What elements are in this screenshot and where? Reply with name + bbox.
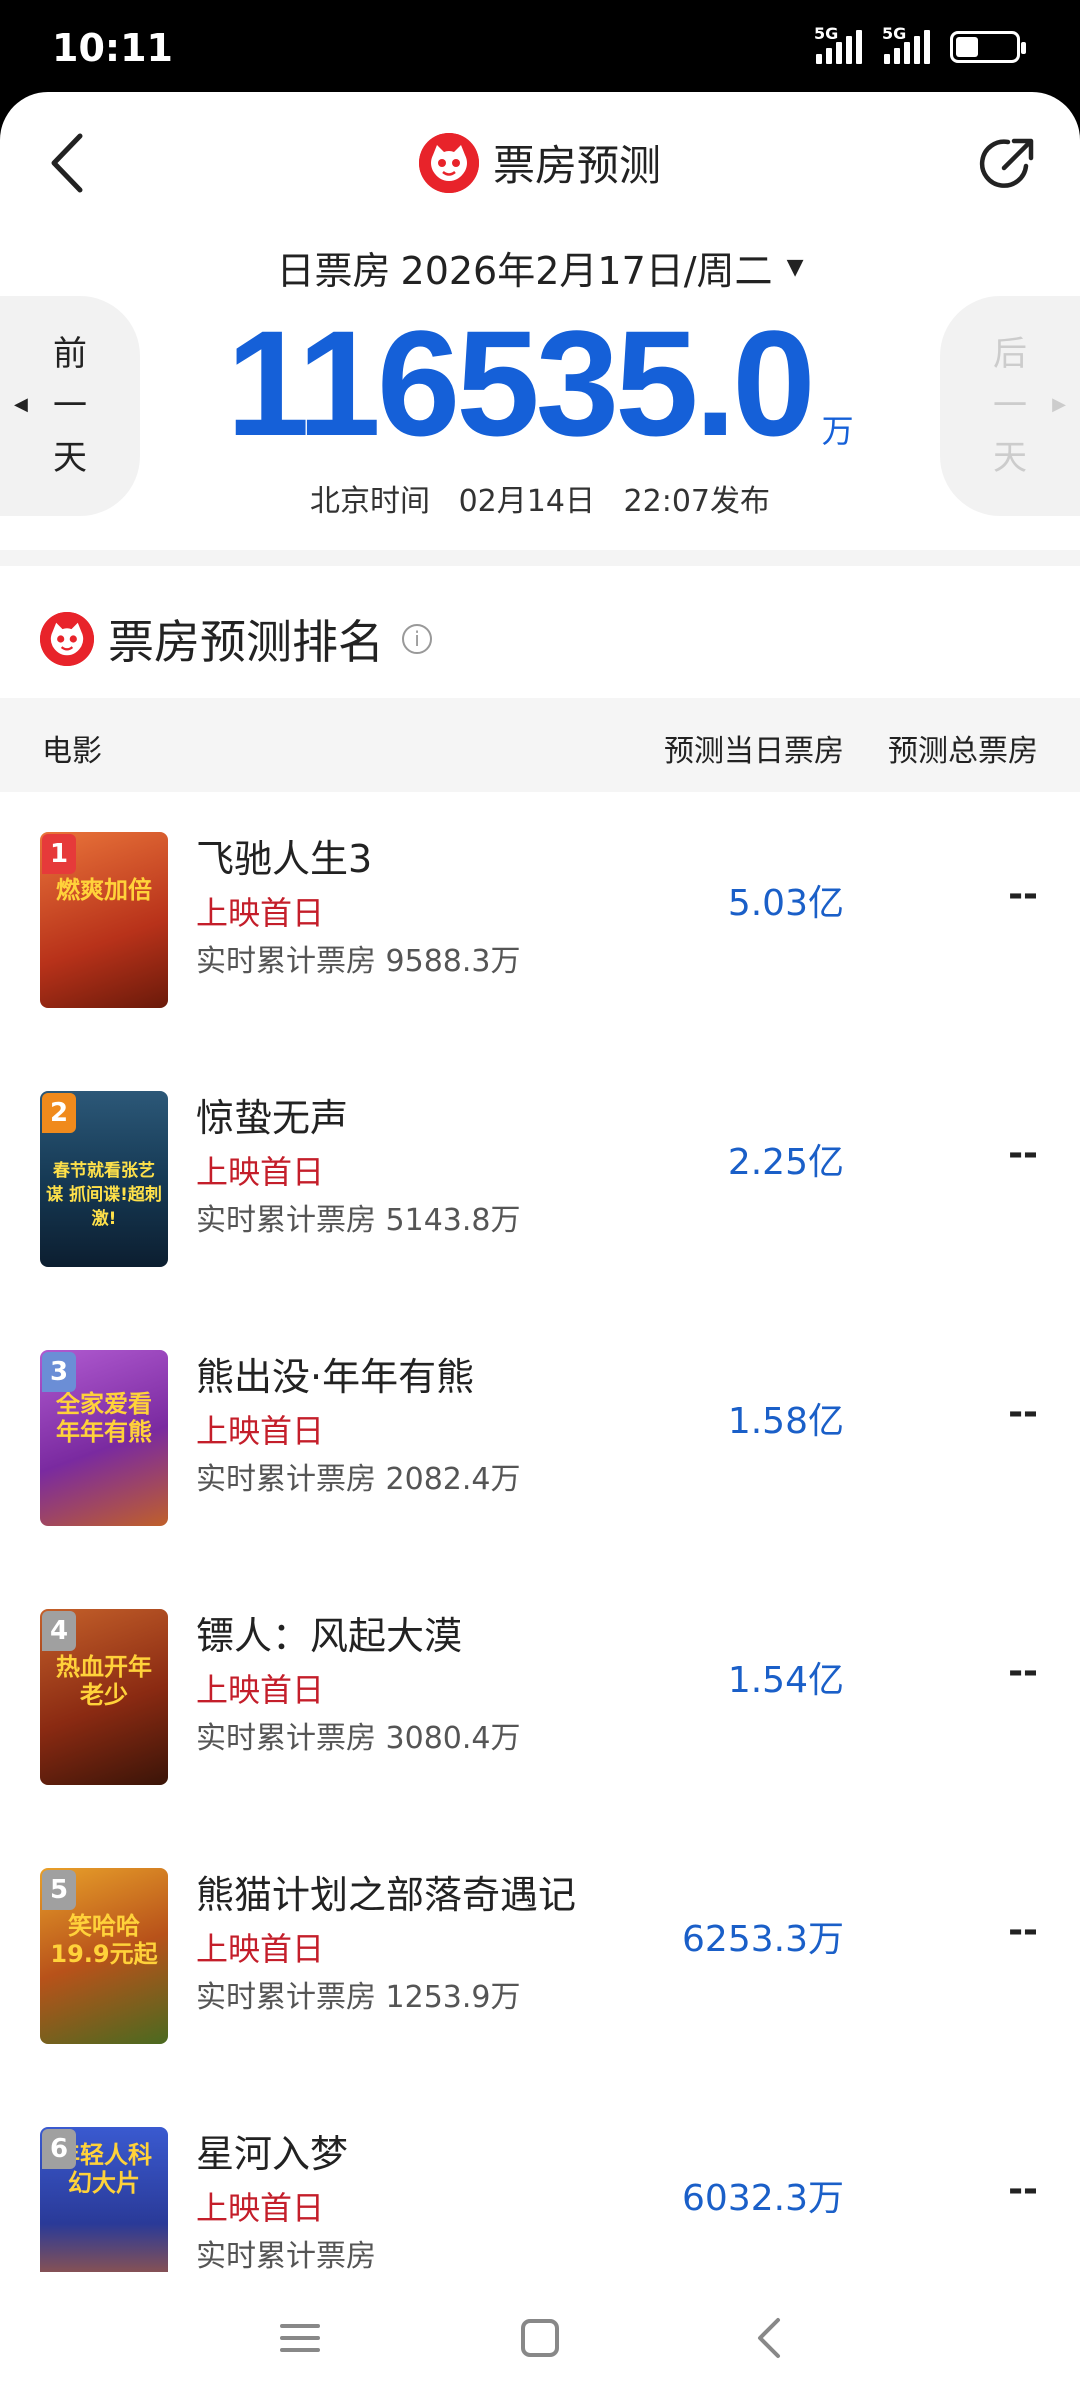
movie-title: 熊出没·年年有熊 [196, 1355, 475, 1399]
table-row[interactable]: 燃爽加倍 1 飞驰人生3 上映首日 实时累计票房 9588.3万 5.03亿 -… [0, 792, 1080, 1051]
release-tag: 上映首日 [196, 1671, 325, 1709]
page-title: 票房预测 [492, 141, 661, 190]
movie-title: 飞驰人生3 [196, 837, 373, 881]
total-box-office-value: 116535.0 [226, 299, 815, 467]
battery-icon: 40 [950, 31, 1026, 63]
cumulative-box-office: 实时累计票房 9588.3万 [196, 944, 521, 979]
table-row[interactable]: 全家爱看 年年有熊 3 熊出没·年年有熊 上映首日 实时累计票房 2082.4万… [0, 1310, 1080, 1569]
movie-poster: 春节就看张艺谋 抓间谍!超刺激! 2 [40, 1091, 168, 1267]
rank-badge: 6 [42, 2129, 76, 2169]
predicted-daily-box-office: 1.54亿 [727, 1660, 844, 1701]
top-nav: 票房预测 [0, 92, 1080, 232]
cumulative-box-office: 实时累计票房 2082.4万 [196, 1462, 521, 1497]
poster-caption: 热血开年 老少 [56, 1653, 152, 1709]
table-row[interactable]: 笑哈哈 19.9元起 5 熊猫计划之部落奇遇记 上映首日 实时累计票房 1253… [0, 1828, 1080, 2087]
release-tag: 上映首日 [196, 1153, 325, 1191]
predicted-total-box-office: -- [1008, 1133, 1038, 1174]
rank-badge: 4 [42, 1611, 76, 1651]
movie-poster: 燃爽加倍 1 [40, 832, 168, 1008]
battery-level: 40 [981, 34, 1007, 55]
movie-title: 镖人：风起大漠 [196, 1614, 463, 1658]
cumulative-box-office: 实时累计票房 1253.9万 [196, 1980, 521, 2015]
app-screen: 票房预测 日票房 2026年2月17日/周二 ▼ ◀ 前 一 天 ▶ 后 一 天… [0, 92, 1080, 2400]
ranking-list: 燃爽加倍 1 飞驰人生3 上映首日 实时累计票房 9588.3万 5.03亿 -… [0, 792, 1080, 2346]
poster-caption: 春节就看张艺谋 抓间谍!超刺激! [46, 1161, 162, 1229]
table-header: 电影 预测当日票房 预测总票房 [0, 698, 1080, 792]
home-button[interactable] [510, 2308, 570, 2368]
section-divider [0, 550, 1080, 566]
signal-icon: 5G [882, 24, 930, 64]
ranking-title: 票房预测排名 [108, 615, 384, 669]
column-header-today: 预测当日票房 [664, 734, 844, 769]
predicted-daily-box-office: 6253.3万 [682, 1919, 844, 1960]
share-button[interactable] [976, 132, 1040, 196]
status-time: 10:11 [52, 26, 173, 70]
status-bar: 10:11 5G 5G 40 [0, 0, 1080, 92]
caret-down-icon: ▼ [786, 255, 804, 280]
predicted-daily-box-office: 2.25亿 [727, 1142, 844, 1183]
back-arrow-icon [758, 2318, 780, 2358]
network-type-label: 5G [814, 24, 839, 43]
movie-poster: 笑哈哈 19.9元起 5 [40, 1868, 168, 2044]
column-header-movie: 电影 [42, 734, 102, 769]
system-nav-bar [0, 2272, 1080, 2400]
predicted-total-box-office: -- [1008, 1910, 1038, 1951]
release-tag: 上映首日 [196, 1930, 325, 1968]
column-header-total: 预测总票房 [888, 734, 1038, 769]
table-row[interactable]: 春节就看张艺谋 抓间谍!超刺激! 2 惊蛰无声 上映首日 实时累计票房 5143… [0, 1051, 1080, 1310]
movie-title: 惊蛰无声 [196, 1096, 349, 1140]
predicted-total-box-office: -- [1008, 874, 1038, 915]
cumulative-box-office: 实时累计票房 5143.8万 [196, 1203, 521, 1238]
cumulative-box-office: 实时累计票房 3080.4万 [196, 1721, 521, 1756]
predicted-total-box-office: -- [1008, 1651, 1038, 1692]
predicted-total-box-office: -- [1008, 2169, 1038, 2210]
poster-caption: 笑哈哈 19.9元起 [50, 1912, 158, 1968]
nav-title-group: 票房预测 [0, 132, 1080, 193]
predicted-daily-box-office: 6032.3万 [682, 2178, 844, 2219]
poster-caption: 燃爽加倍 [56, 876, 152, 904]
predicted-daily-box-office: 5.03亿 [727, 883, 844, 924]
menu-button[interactable] [270, 2308, 330, 2368]
signal-icon: 5G [814, 24, 862, 64]
table-row[interactable]: 热血开年 老少 4 镖人：风起大漠 上映首日 实时累计票房 3080.4万 1.… [0, 1569, 1080, 1828]
date-selector[interactable]: 日票房 2026年2月17日/周二 ▼ [0, 240, 1080, 295]
movie-title: 星河入梦 [196, 2132, 349, 2176]
rank-badge: 1 [42, 834, 76, 874]
status-indicators: 5G 5G 40 [814, 24, 1026, 64]
maoyan-cat-logo-icon [40, 612, 94, 666]
release-tag: 上映首日 [196, 894, 325, 932]
poster-caption: 全家爱看 年年有熊 [56, 1390, 152, 1446]
system-back-button[interactable] [740, 2308, 800, 2368]
home-square-icon [521, 2319, 559, 2357]
movie-poster: 热血开年 老少 4 [40, 1609, 168, 1785]
predicted-daily-box-office: 1.58亿 [727, 1401, 844, 1442]
publish-time: 北京时间 02月14日 22:07发布 [309, 484, 771, 519]
rank-badge: 3 [42, 1352, 76, 1392]
total-box-office: 116535.0 万 [0, 308, 1080, 458]
menu-icon [280, 2324, 320, 2352]
rank-badge: 2 [42, 1093, 76, 1133]
predicted-total-box-office: -- [1008, 1392, 1038, 1433]
movie-title: 熊猫计划之部落奇遇记 [196, 1873, 577, 1917]
maoyan-cat-logo-icon [418, 132, 479, 193]
date-type-label: 日票房 [276, 249, 391, 293]
total-box-office-unit: 万 [821, 412, 854, 450]
release-tag: 上映首日 [196, 2189, 325, 2227]
share-icon [979, 138, 1034, 188]
network-type-label: 5G [882, 24, 907, 43]
date-value: 2026年2月17日/周二 [400, 249, 773, 293]
cumulative-box-office: 实时累计票房 [196, 2239, 376, 2274]
release-tag: 上映首日 [196, 1412, 325, 1450]
rank-badge: 5 [42, 1870, 76, 1910]
ranking-header: 票房预测排名 i [40, 606, 432, 672]
movie-poster: 全家爱看 年年有熊 3 [40, 1350, 168, 1526]
info-icon[interactable]: i [402, 624, 432, 654]
